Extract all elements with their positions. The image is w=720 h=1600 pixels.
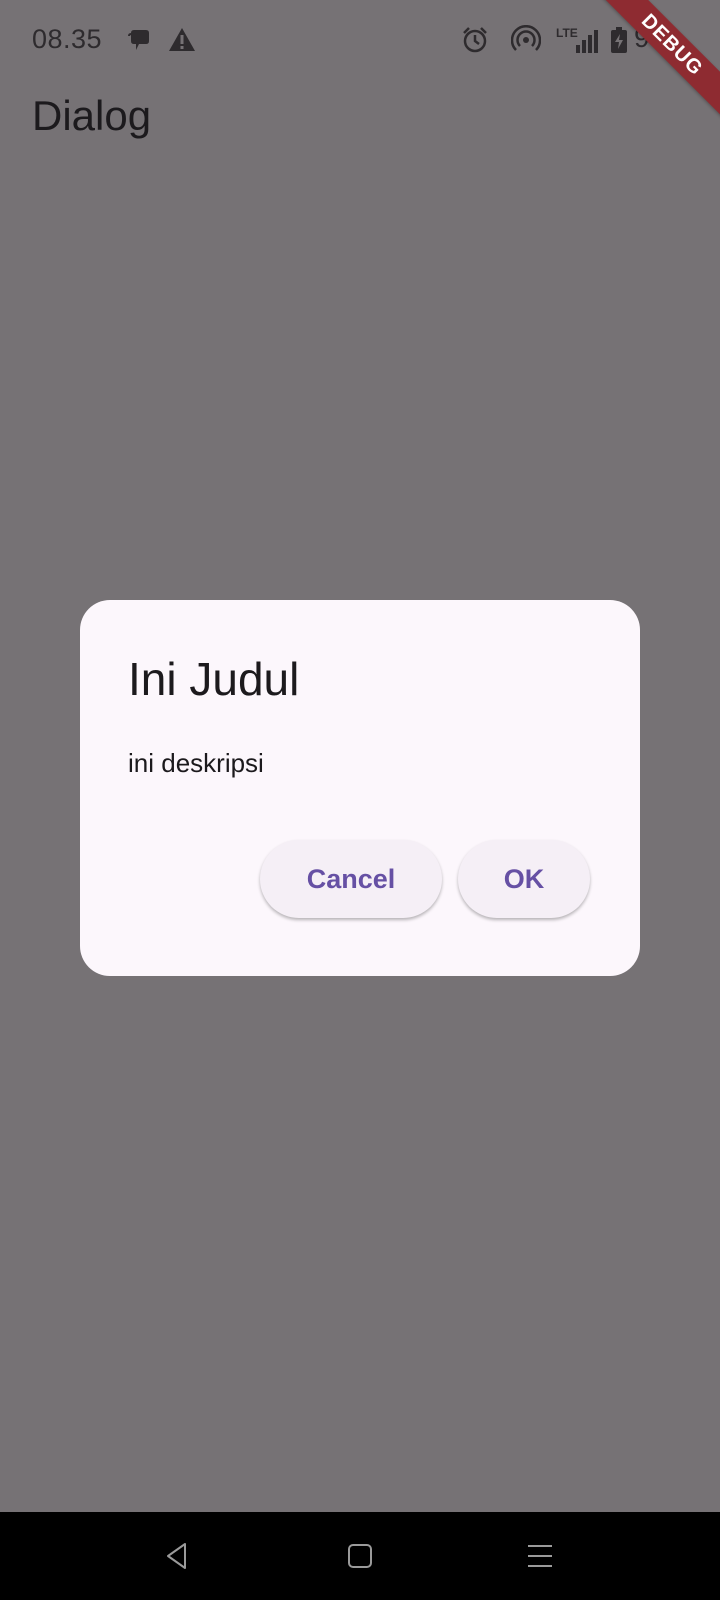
- home-icon[interactable]: [336, 1532, 384, 1580]
- page-title: Dialog: [32, 92, 152, 139]
- screen: 08.35 LTE 9 Dialog DEBUG Ini Judul ini d…: [0, 0, 720, 1600]
- hotspot-icon: [510, 24, 542, 56]
- dialog-content: ini deskripsi: [128, 748, 264, 778]
- alert-dialog: Ini Judul ini deskripsi Cancel OK: [80, 600, 640, 976]
- status-time: 08.35: [32, 24, 103, 54]
- dialog-title: Ini Judul: [128, 653, 300, 705]
- warning-icon: [168, 24, 196, 56]
- recents-icon[interactable]: [516, 1532, 564, 1580]
- battery-icon: [608, 24, 630, 56]
- signal-icon: LTE: [556, 24, 602, 56]
- status-bar: 08.35 LTE 9: [0, 0, 720, 80]
- ok-button[interactable]: OK: [458, 840, 590, 918]
- alarm-icon: [460, 24, 490, 56]
- back-icon[interactable]: [154, 1532, 202, 1580]
- cancel-button[interactable]: Cancel: [260, 840, 442, 918]
- network-type-label: LTE: [556, 26, 578, 40]
- navigation-bar: [0, 1512, 720, 1600]
- chat-bubble-icon: [126, 24, 154, 56]
